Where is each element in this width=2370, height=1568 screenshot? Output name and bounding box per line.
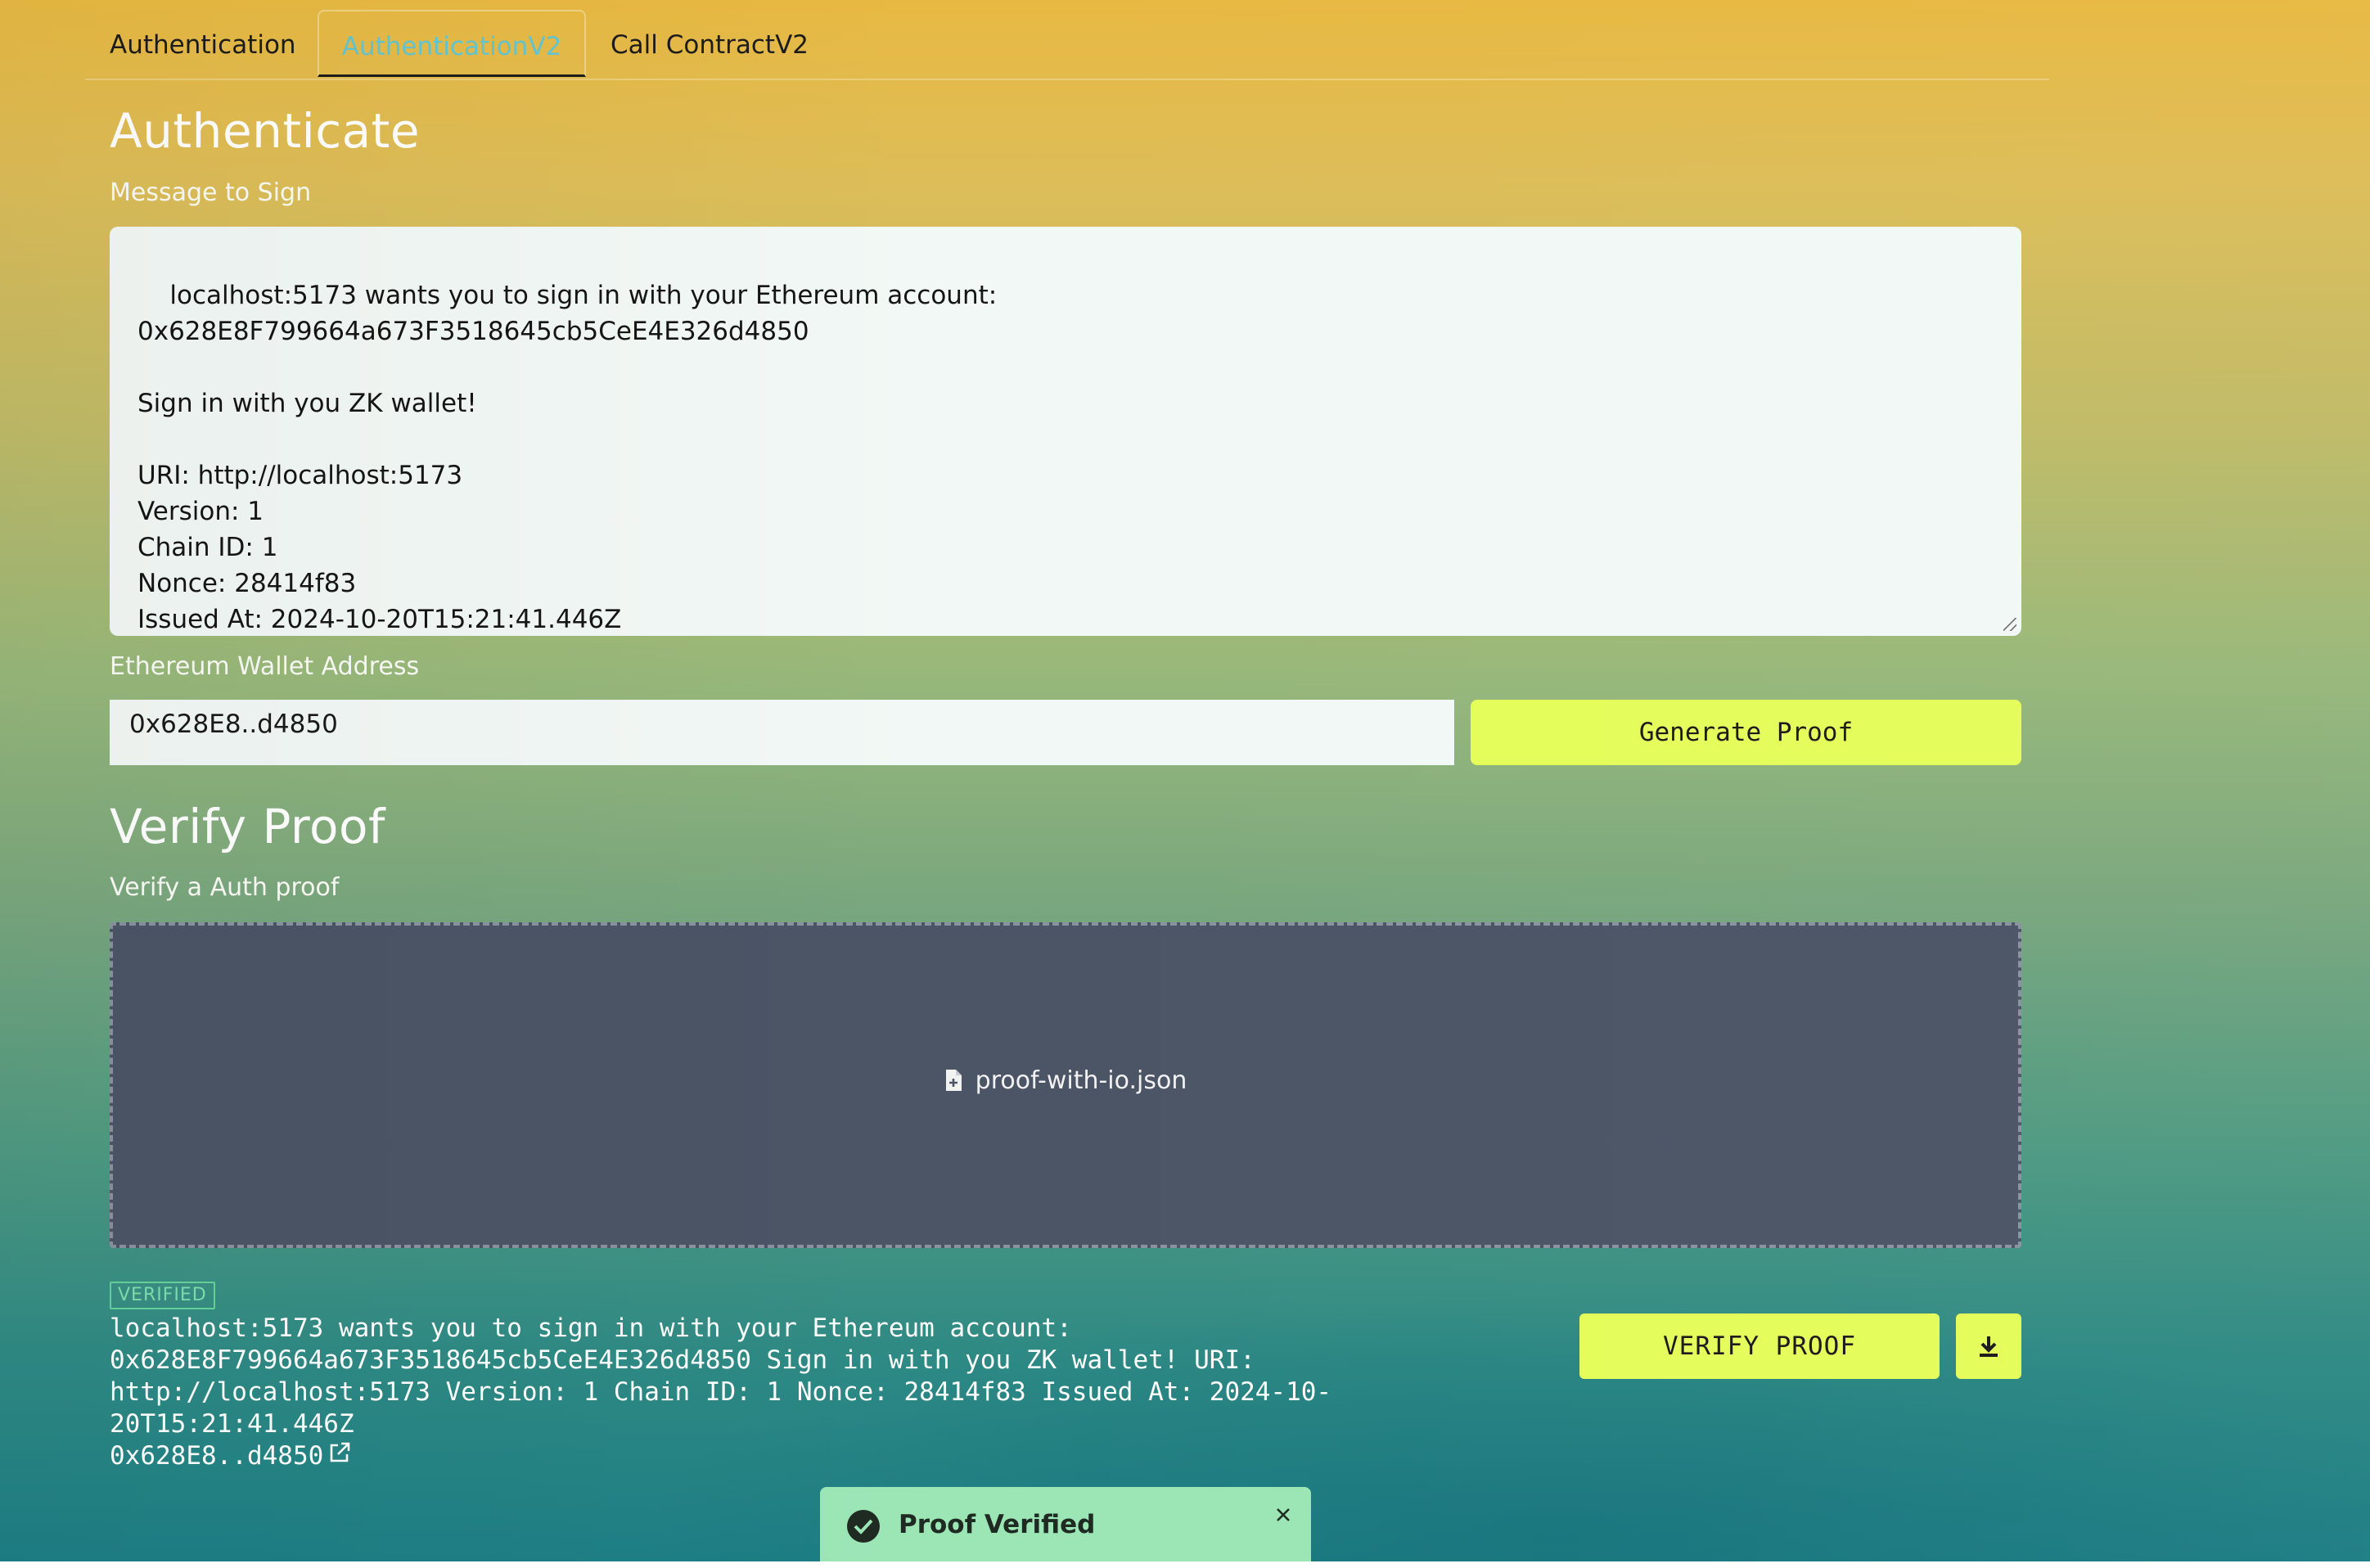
- app-background: Authentication AuthenticationV2 Call Con…: [0, 0, 2370, 1561]
- toast-notification: Proof Verified: [820, 1487, 1311, 1561]
- verify-subtitle: Verify a Auth proof: [110, 873, 340, 902]
- verify-proof-button[interactable]: VERIFY PROOF: [1579, 1313, 1940, 1379]
- wallet-address-label: Ethereum Wallet Address: [110, 652, 420, 681]
- toast-text: Proof Verified: [899, 1510, 1096, 1539]
- page-bottom-edge: [0, 1561, 2370, 1568]
- file-name: proof-with-io.json: [975, 1066, 1187, 1095]
- verified-message: localhost:5173 wants you to sign in with…: [110, 1313, 1386, 1472]
- dropzone-file: proof-with-io.json: [113, 1066, 2018, 1098]
- verified-badge: VERIFIED: [110, 1282, 215, 1309]
- verified-address: 0x628E8..d4850: [110, 1441, 324, 1471]
- message-textarea[interactable]: localhost:5173 wants you to sign in with…: [110, 227, 2021, 636]
- tab-call-contract-v2[interactable]: Call ContractV2: [611, 10, 809, 77]
- generate-proof-button[interactable]: Generate Proof: [1471, 700, 2021, 765]
- file-icon: [944, 1069, 962, 1098]
- message-text: localhost:5173 wants you to sign in with…: [137, 281, 998, 634]
- file-dropzone[interactable]: proof-with-io.json: [110, 922, 2021, 1248]
- external-link-icon[interactable]: [328, 1440, 351, 1472]
- authenticate-heading: Authenticate: [110, 103, 421, 159]
- verified-address-line: 0x628E8..d4850: [110, 1440, 351, 1472]
- tab-authentication[interactable]: Authentication: [110, 10, 296, 77]
- tab-authentication-v2[interactable]: AuthenticationV2: [318, 10, 586, 77]
- message-label: Message to Sign: [110, 178, 312, 207]
- tab-bar: Authentication AuthenticationV2 Call Con…: [85, 10, 2049, 80]
- check-circle-icon: [847, 1510, 880, 1543]
- wallet-address-field[interactable]: 0x628E8..d4850: [110, 700, 1454, 765]
- verified-message-text: localhost:5173 wants you to sign in with…: [110, 1313, 1332, 1439]
- close-icon[interactable]: [1270, 1502, 1296, 1528]
- verify-proof-heading: Verify Proof: [110, 799, 385, 854]
- download-icon: [1980, 1336, 1998, 1357]
- download-button[interactable]: [1956, 1313, 2021, 1379]
- resize-handle-icon[interactable]: [2003, 618, 2016, 631]
